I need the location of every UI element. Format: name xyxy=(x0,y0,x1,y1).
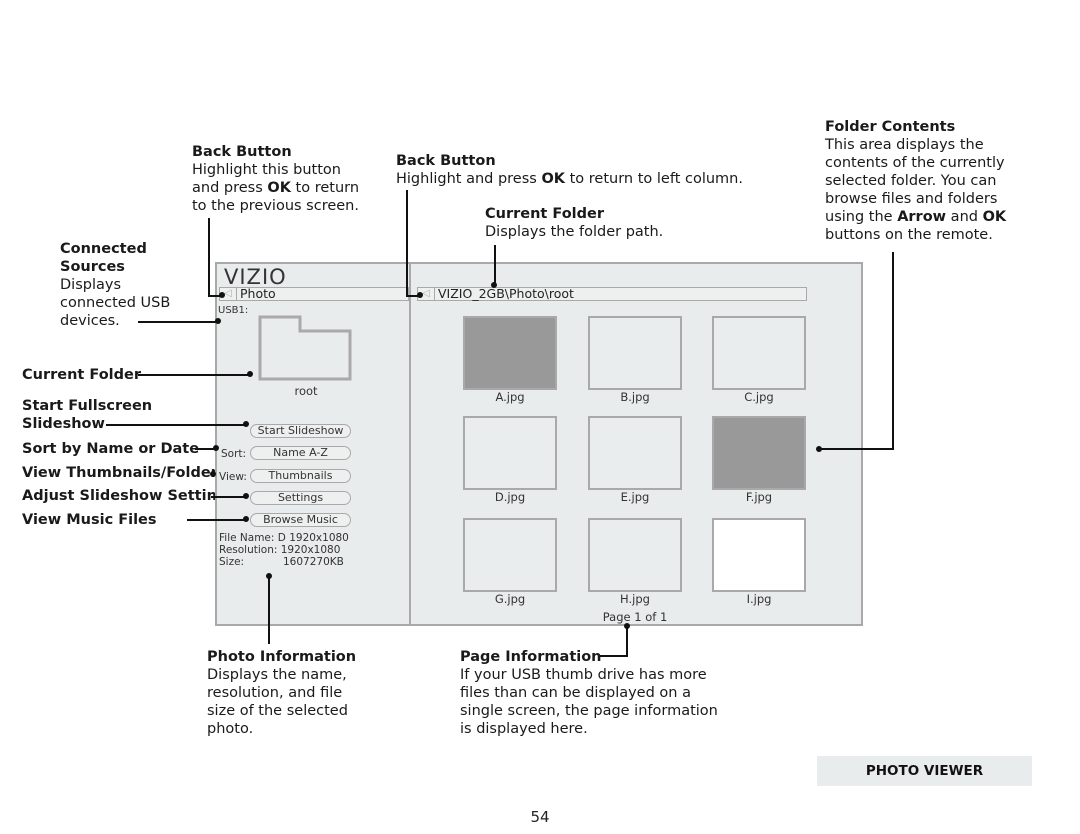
callout-back-button-left: Back Button Highlight this button and pr… xyxy=(192,144,360,214)
callout-music: View Music Files xyxy=(22,512,157,528)
thumbnail-f-jpg[interactable] xyxy=(712,416,806,490)
thumbnail-e-jpg[interactable] xyxy=(588,416,682,490)
callout-page-information: Page Information If your USB thumb drive… xyxy=(460,649,718,737)
column-divider xyxy=(409,262,411,626)
thumbnail-d-jpg[interactable] xyxy=(463,416,557,490)
right-path-bar: ◁ VIZIO_2GB\Photo\root xyxy=(417,287,807,301)
callout-current-folder: Current Folder xyxy=(22,367,142,383)
callout-current-folder-path: Current Folder Displays the folder path. xyxy=(485,206,664,240)
callout-settings: Adjust Slideshow Settings xyxy=(22,488,236,504)
thumbnail-label: F.jpg xyxy=(745,490,773,504)
folder-icon[interactable] xyxy=(258,315,354,381)
callout-start-fullscreen-line1: Start Fullscreen xyxy=(22,398,153,414)
thumbnail-c-jpg[interactable] xyxy=(712,316,806,390)
callout-view: View Thumbnails/Folders xyxy=(22,465,227,481)
page-info: Page 1 of 1 xyxy=(602,610,668,624)
sort-button[interactable]: Name A-Z xyxy=(250,446,351,460)
start-slideshow-button[interactable]: Start Slideshow xyxy=(250,424,351,438)
callout-sort: Sort by Name or Date xyxy=(22,441,200,457)
folder-name: root xyxy=(294,384,318,398)
left-triangle-icon: ◁ xyxy=(224,288,232,299)
view-label: View: xyxy=(219,471,247,483)
thumbnail-label: C.jpg xyxy=(744,390,774,404)
usb-source-label[interactable]: USB1: xyxy=(218,305,248,316)
callout-photo-information: Photo Information Displays the name, res… xyxy=(207,649,357,737)
photo-info-panel: File Name: D 1920x1080 Resolution: 1920x… xyxy=(219,532,349,568)
thumbnail-g-jpg[interactable] xyxy=(463,518,557,592)
resolution-row: Resolution: 1920x1080 xyxy=(219,544,341,556)
thumbnail-label: I.jpg xyxy=(746,592,772,606)
thumbnail-label: D.jpg xyxy=(494,490,526,504)
thumbnail-label: E.jpg xyxy=(620,490,650,504)
callout-start-fullscreen-line2: Slideshow xyxy=(22,416,105,432)
callout-folder-contents: Folder Contents This area displays the c… xyxy=(825,119,1007,243)
section-tab: PHOTO VIEWER xyxy=(817,756,1032,786)
thumbnail-h-jpg[interactable] xyxy=(588,518,682,592)
size-row: Size: 1607270KB xyxy=(219,556,344,568)
thumbnail-label: A.jpg xyxy=(495,390,525,404)
thumbnail-a-jpg[interactable] xyxy=(463,316,557,390)
view-button[interactable]: Thumbnails xyxy=(250,469,351,483)
file-name-row: File Name: D 1920x1080 xyxy=(219,532,349,544)
page-number: 54 xyxy=(530,808,550,826)
settings-button[interactable]: Settings xyxy=(250,491,351,505)
thumbnail-i-jpg[interactable] xyxy=(712,518,806,592)
left-path-bar: ◁ Photo xyxy=(219,287,409,301)
thumbnail-label: H.jpg xyxy=(620,592,650,606)
callout-connected-sources: Connected Sources Displays connected USB… xyxy=(60,241,171,329)
left-triangle-icon: ◁ xyxy=(422,288,430,299)
thumbnail-label: G.jpg xyxy=(494,592,526,606)
thumbnail-label: B.jpg xyxy=(620,390,650,404)
browse-music-button[interactable]: Browse Music xyxy=(250,513,351,527)
thumbnail-b-jpg[interactable] xyxy=(588,316,682,390)
sort-label: Sort: xyxy=(221,448,247,460)
callout-back-button-right: Back Button Highlight and press OK to re… xyxy=(396,153,743,187)
